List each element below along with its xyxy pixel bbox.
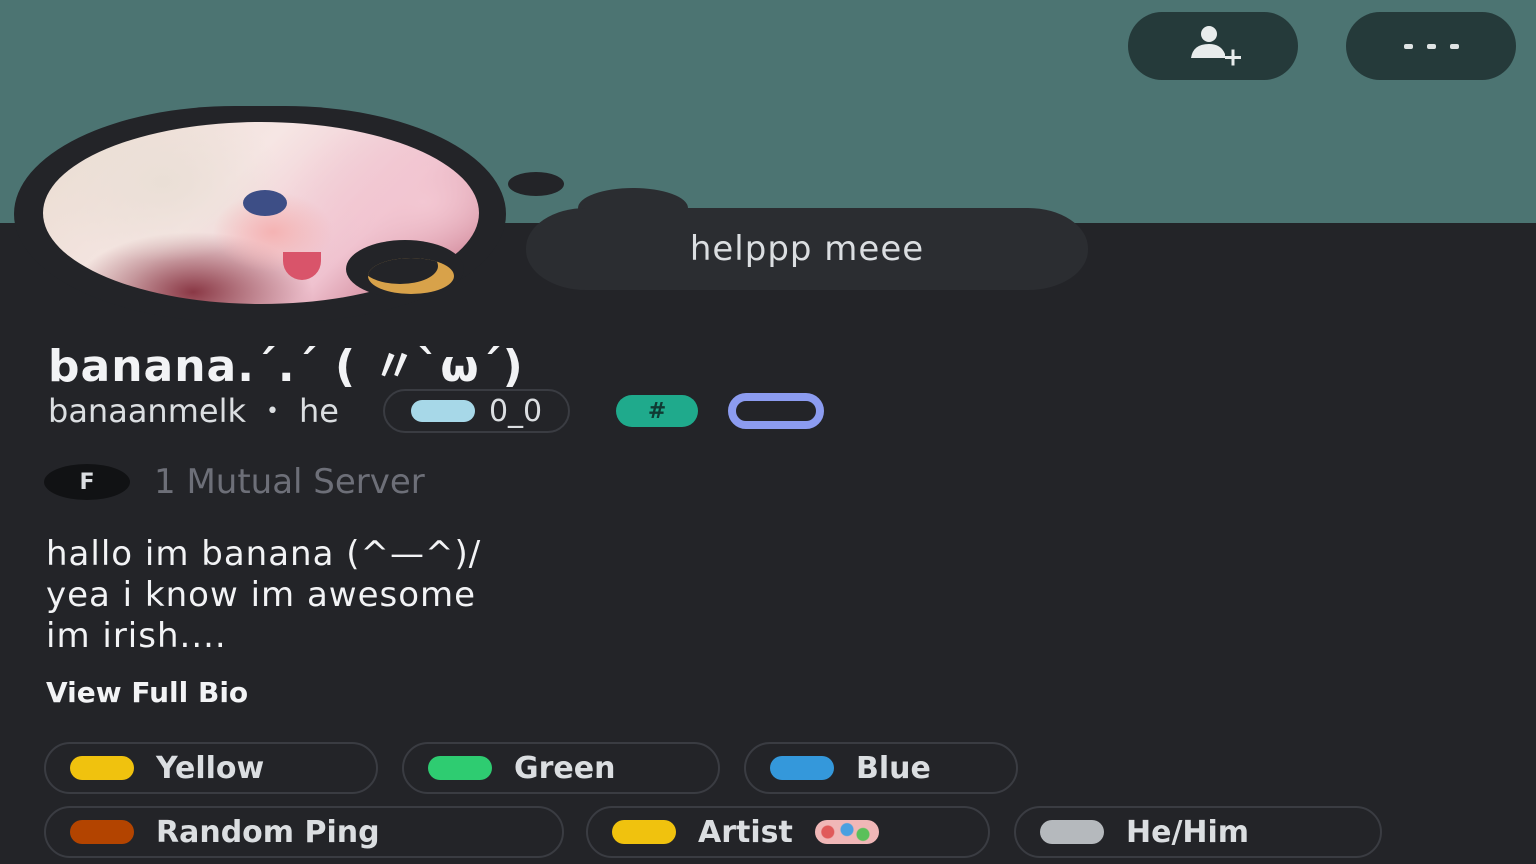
role-label: He/Him: [1126, 814, 1250, 850]
custom-status-text: helppp meee: [689, 229, 925, 269]
role-chip[interactable]: Yellow: [44, 742, 378, 794]
status-bubble-tail: [508, 172, 564, 196]
role-color-dot: [70, 756, 134, 780]
username[interactable]: banaanmelk: [48, 392, 246, 430]
display-name: banana.´.´ ( 〃`ω´): [48, 341, 524, 392]
server-tag[interactable]: 0_0: [382, 389, 571, 433]
role-label: Blue: [856, 750, 931, 786]
heart-icon: [410, 400, 475, 422]
server-icon: F: [44, 464, 130, 500]
custom-status-bubble: helppp meee: [526, 208, 1088, 290]
role-color-dot: [770, 756, 834, 780]
role-chip[interactable]: Green: [402, 742, 720, 794]
view-full-bio-link[interactable]: View Full Bio: [46, 676, 248, 709]
role-color-dot: [428, 756, 492, 780]
more-icon: [1403, 43, 1459, 49]
avatar-mouth: [283, 252, 321, 280]
role-color-dot: [612, 820, 676, 844]
separator: •: [265, 398, 279, 424]
role-color-dot: [1040, 820, 1104, 844]
bio-text: hallo im banana (^—^)/ yea i know im awe…: [46, 534, 482, 656]
mutual-servers-text: 1 Mutual Server: [154, 462, 425, 502]
hash-badge-icon[interactable]: #: [616, 395, 699, 427]
moon-icon: [368, 258, 454, 294]
server-tag-text: 0_0: [488, 393, 543, 429]
role-chip[interactable]: Artist: [586, 806, 990, 858]
server-icon-text: F: [79, 469, 95, 495]
role-chip[interactable]: Random Ping: [44, 806, 564, 858]
role-label: Random Ping: [156, 814, 380, 850]
hash-badge-label: #: [647, 398, 667, 424]
avatar-eye: [243, 190, 287, 216]
pronouns: he: [298, 392, 339, 430]
nitro-badge-icon[interactable]: [728, 393, 825, 429]
role-chip[interactable]: He/Him: [1014, 806, 1382, 858]
add-friend-icon: [1191, 26, 1241, 66]
role-color-dot: [70, 820, 134, 844]
add-friend-button[interactable]: [1128, 12, 1298, 80]
role-chip[interactable]: Blue: [744, 742, 1018, 794]
username-row: banaanmelk • he 0_0 #: [48, 388, 825, 434]
more-options-button[interactable]: [1346, 12, 1516, 80]
role-label: Green: [514, 750, 616, 786]
role-label: Artist: [698, 814, 793, 850]
mutual-servers-link[interactable]: F 1 Mutual Server: [44, 462, 425, 502]
role-label: Yellow: [156, 750, 265, 786]
palette-icon: [814, 820, 879, 844]
